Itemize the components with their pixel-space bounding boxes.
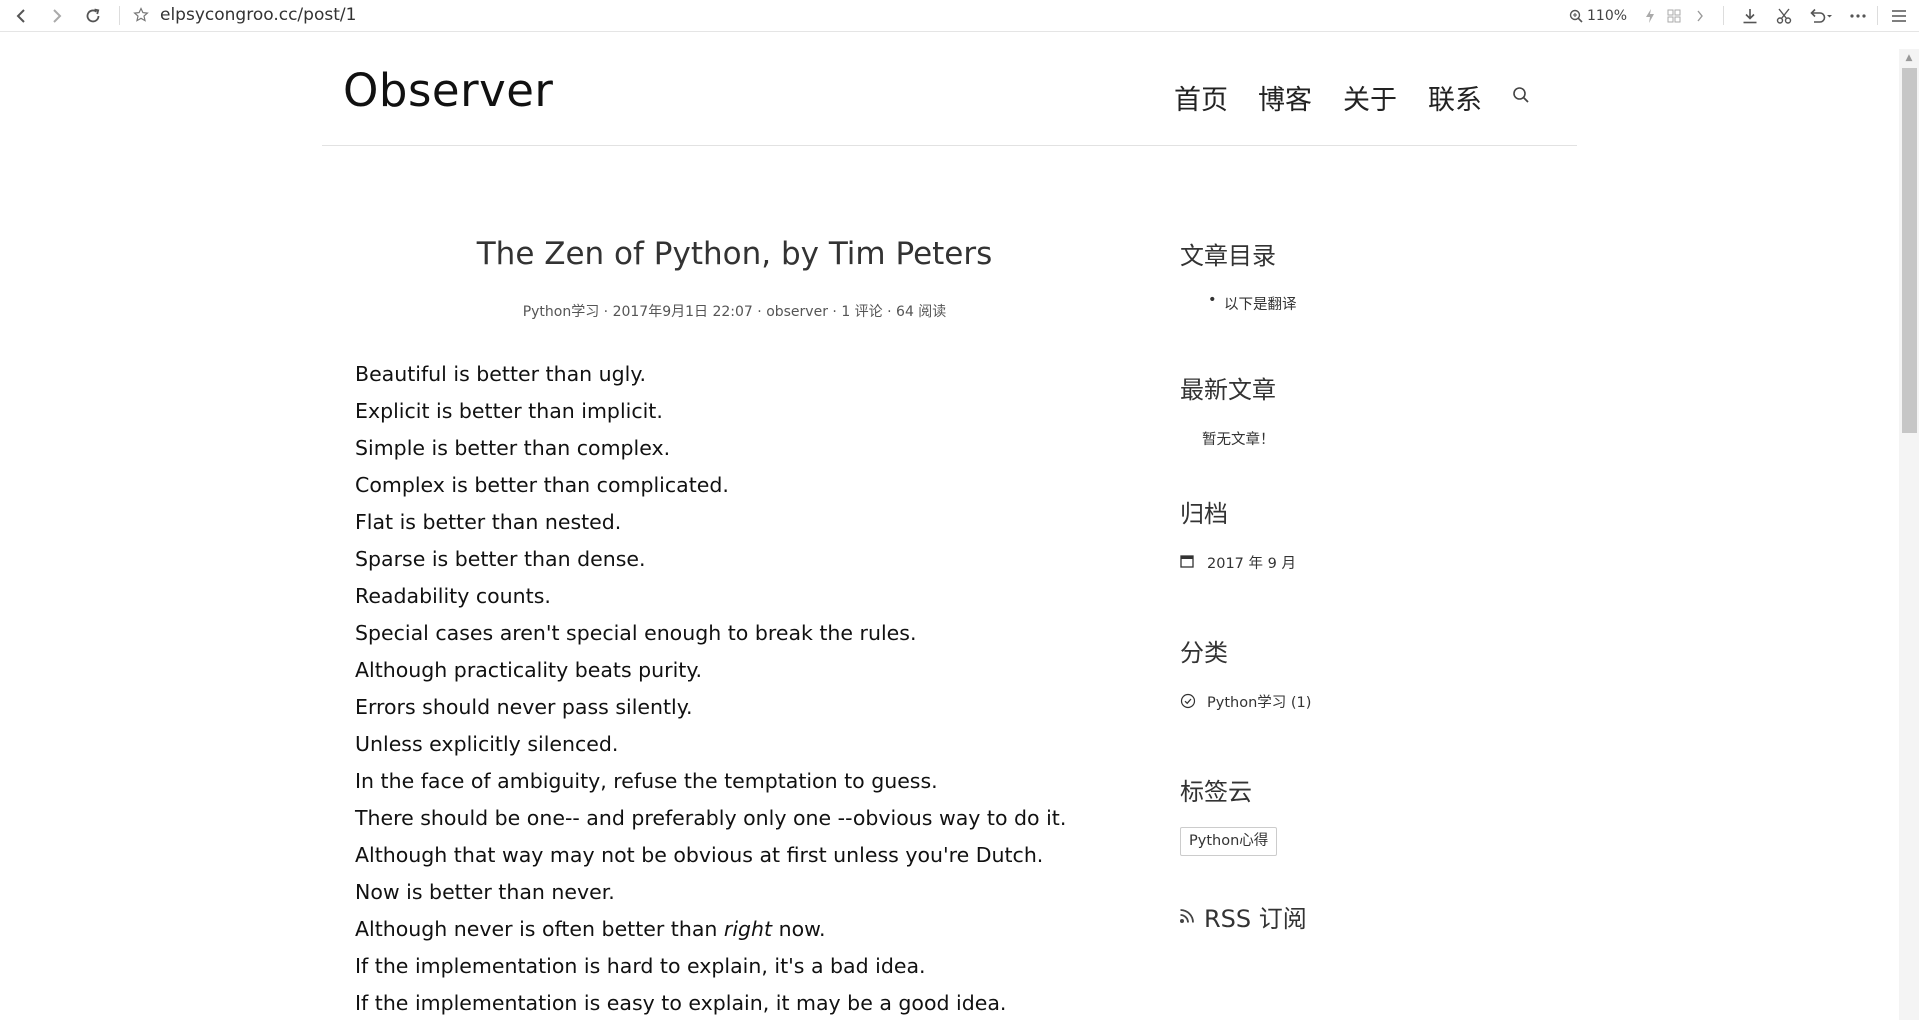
zoom-icon — [1569, 9, 1583, 23]
flash-icon[interactable] — [1642, 0, 1658, 31]
scroll-up-arrow-icon[interactable]: ▲ — [1899, 49, 1919, 67]
post-line: Now is better than never. — [355, 880, 615, 904]
post-line: Simple is better than complex. — [355, 436, 671, 460]
post-line: Beautiful is better than ugly. — [355, 362, 647, 386]
nav-contact[interactable]: 联系 — [1428, 78, 1482, 117]
recent-posts-heading: 最新文章 — [1180, 376, 1276, 404]
archive-item[interactable]: 2017 年 9 月 — [1207, 552, 1296, 573]
download-icon[interactable] — [1738, 0, 1762, 31]
post-line: Complex is better than complicated. — [355, 473, 729, 497]
post-line-text: Although never is often better than — [355, 917, 724, 941]
post-line: Special cases aren't special enough to b… — [355, 621, 917, 645]
nav-home[interactable]: 首页 — [1174, 78, 1228, 117]
post-line: Flat is better than nested. — [355, 510, 622, 534]
post-line: There should be one-- and preferably onl… — [355, 806, 1067, 830]
site-title[interactable]: Observer — [343, 64, 553, 117]
post-meta: Python学习 · 2017年9月1日 22:07 · observer · … — [522, 304, 947, 320]
toc-heading: 文章目录 — [1180, 242, 1276, 270]
recent-posts-empty: 暂无文章！ — [1202, 432, 1275, 448]
more-options-icon[interactable] — [1846, 0, 1870, 31]
category-item[interactable]: Python学习 (1) — [1207, 691, 1311, 712]
post-line: Although that way may not be obvious at … — [355, 843, 1044, 867]
post-line: Although practicality beats purity. — [355, 658, 703, 682]
check-circle-icon — [1180, 693, 1196, 709]
rss-subscribe-link[interactable]: RSS 订阅 — [1204, 899, 1307, 934]
zoom-indicator[interactable]: 110% — [1569, 0, 1627, 31]
post-line: Errors should never pass silently. — [355, 695, 693, 719]
tag-item[interactable]: Python心得 — [1180, 827, 1278, 856]
post-author-link[interactable]: observer — [766, 304, 828, 320]
rss-icon[interactable] — [1179, 907, 1197, 925]
post-view-count: 64 阅读 — [896, 304, 947, 320]
post-line: Although never is often better than righ… — [355, 911, 1115, 948]
extension-icon[interactable] — [1665, 0, 1683, 31]
bookmark-star-icon[interactable] — [131, 5, 151, 25]
post-date: 2017年9月1日 22:07 — [612, 304, 753, 320]
calendar-icon — [1180, 554, 1195, 569]
browser-toolbar: elpsycongroo.cc/post/1 110% — [0, 0, 1919, 32]
post-line-emphasis: right — [723, 917, 773, 941]
zoom-level: 110% — [1587, 7, 1628, 24]
post-category-link[interactable]: Python学习 — [523, 304, 600, 320]
toolbar-divider — [1877, 6, 1878, 25]
back-button[interactable] — [7, 0, 35, 31]
nav-blog[interactable]: 博客 — [1258, 78, 1312, 117]
post-line-text: now. — [772, 917, 826, 941]
reload-button[interactable] — [79, 0, 107, 31]
undo-menu-icon[interactable] — [1806, 0, 1836, 31]
address-bar[interactable]: elpsycongroo.cc/post/1 — [160, 2, 356, 29]
nav-about[interactable]: 关于 — [1343, 78, 1397, 117]
post-line: Sparse is better than dense. — [355, 547, 646, 571]
toolbar-divider — [1723, 6, 1724, 25]
post-line: If the implementation is easy to explain… — [355, 991, 1007, 1015]
archive-heading: 归档 — [1180, 500, 1228, 528]
hamburger-menu-icon[interactable] — [1886, 0, 1912, 31]
post-body: Beautiful is better than ugly. Explicit … — [355, 356, 1115, 1022]
post-line: Explicit is better than implicit. — [355, 399, 663, 423]
post-line: If the implementation is hard to explain… — [355, 954, 926, 978]
post-line: Unless explicitly silenced. — [355, 732, 619, 756]
scissors-icon[interactable] — [1772, 0, 1796, 31]
post-title: The Zen of Python, by Tim Peters — [476, 236, 993, 272]
post-comment-count[interactable]: 1 评论 — [841, 304, 882, 320]
toc-bullet: • — [1208, 292, 1217, 308]
scrollbar-thumb[interactable] — [1902, 68, 1917, 433]
post-line: In the face of ambiguity, refuse the tem… — [355, 769, 938, 793]
search-icon[interactable] — [1511, 85, 1533, 107]
tag-cloud-heading: 标签云 — [1180, 778, 1252, 806]
chevron-right-icon[interactable] — [1692, 0, 1708, 31]
post-line: Readability counts. — [355, 584, 551, 608]
toolbar-divider — [119, 6, 120, 25]
toc-item[interactable]: 以下是翻译 — [1224, 293, 1297, 314]
forward-button[interactable] — [43, 0, 71, 31]
site-header: Observer 首页 博客 关于 联系 — [322, 38, 1577, 146]
categories-heading: 分类 — [1180, 639, 1228, 667]
